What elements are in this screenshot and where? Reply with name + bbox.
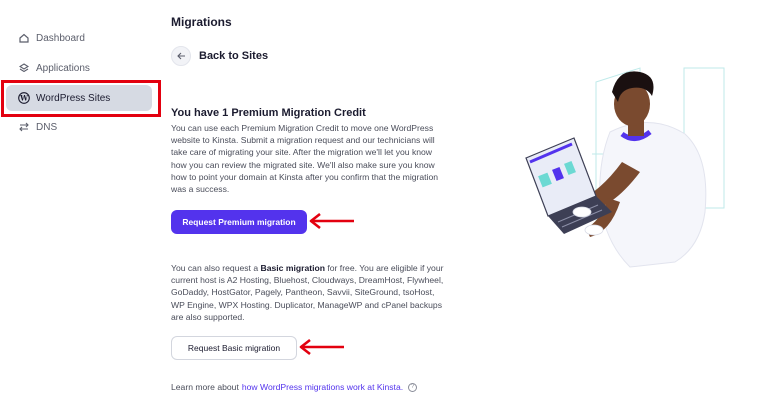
annotation-arrow-icon (309, 212, 354, 230)
request-basic-migration-button[interactable]: Request Basic migration (171, 336, 297, 360)
basic-migration-description: You can also request a Basic migration f… (171, 262, 446, 323)
sidebar: Dashboard Applications W WordPress Sites… (0, 0, 160, 412)
basic-text-bold: Basic migration (260, 263, 325, 273)
arrow-left-icon (176, 47, 186, 65)
sidebar-item-label: DNS (36, 121, 58, 133)
dns-icon (18, 121, 30, 133)
learn-more-prefix: Learn more about (171, 382, 239, 392)
layers-icon (18, 62, 30, 74)
basic-text-before: You can also request a (171, 263, 261, 273)
sidebar-item-label: Dashboard (36, 32, 85, 44)
sidebar-item-dns[interactable]: DNS (6, 114, 152, 140)
learn-more-link[interactable]: how WordPress migrations work at Kinsta. (242, 382, 403, 392)
sidebar-item-dashboard[interactable]: Dashboard (6, 25, 152, 51)
migration-illustration (525, 67, 725, 268)
annotation-arrow-icon (299, 338, 344, 356)
help-icon[interactable]: ? (408, 382, 418, 392)
learn-more-line: Learn more about how WordPress migration… (171, 382, 418, 392)
annotation-highlight-box (1, 80, 161, 117)
back-button[interactable] (171, 46, 191, 66)
sidebar-item-label: Applications (36, 62, 90, 74)
home-icon (18, 32, 30, 44)
sidebar-item-applications[interactable]: Applications (6, 55, 152, 81)
premium-credit-title: You have 1 Premium Migration Credit (171, 107, 366, 119)
page-title: Migrations (171, 15, 232, 29)
request-premium-migration-button[interactable]: Request Premium migration (171, 210, 307, 234)
back-to-sites-link[interactable]: Back to Sites (199, 50, 268, 62)
premium-credit-description: You can use each Premium Migration Credi… (171, 123, 439, 195)
